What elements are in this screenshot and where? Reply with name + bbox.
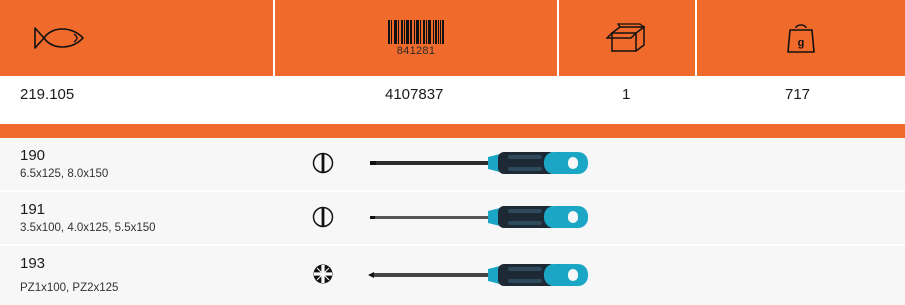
- list-item: 193 PZ1x100, PZ2x125: [0, 246, 905, 305]
- section-band: [0, 124, 905, 138]
- screwdriver-image: [370, 206, 588, 228]
- quantity-value: 1: [622, 86, 631, 103]
- values-row: 219.105 4107837 1 717: [0, 76, 905, 112]
- pozidriv-tip-icon: [313, 264, 333, 284]
- spacer: [0, 112, 905, 124]
- item-sizes: 3.5x100, 4.0x125, 5.5x150: [20, 222, 156, 234]
- item-number: 190: [20, 147, 46, 164]
- article-number: 219.105: [20, 86, 75, 103]
- list-item: 191 3.5x100, 4.0x125, 5.5x150: [0, 192, 905, 244]
- barcode-cell: 841281: [275, 0, 557, 76]
- item-sizes: 6.5x125, 8.0x150: [20, 168, 109, 180]
- list-item: 190 6.5x125, 8.0x150: [0, 138, 905, 190]
- slotted-tip-icon: [312, 152, 334, 174]
- header-bar: 841281 g: [0, 0, 905, 76]
- ean-number: 4107837: [385, 86, 444, 103]
- weight-icon: g: [697, 0, 905, 76]
- item-sizes: PZ1x100, PZ2x125: [20, 282, 119, 294]
- barcode-number: 841281: [396, 44, 436, 57]
- barcode-icon: [388, 19, 444, 44]
- slotted-tip-icon: [312, 206, 334, 228]
- fish-icon: [0, 0, 117, 76]
- weight-unit-label: g: [798, 37, 805, 49]
- screwdriver-image: [370, 152, 588, 174]
- item-number: 193: [20, 255, 46, 272]
- screwdriver-image: [368, 264, 588, 286]
- weight-value: 717: [785, 86, 811, 103]
- item-number: 191: [20, 201, 46, 218]
- box-icon: [559, 0, 695, 76]
